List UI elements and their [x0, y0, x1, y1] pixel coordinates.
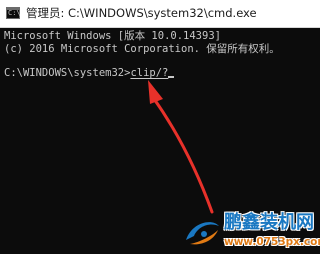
swirl-logo-icon [186, 222, 219, 245]
watermark-url: www.0753px.com [224, 236, 320, 248]
cmd-window-screenshot: C:\ 管理员: C:\WINDOWS\system32\cmd.exe Mic… [0, 0, 320, 254]
watermark-title: 鹏鑫装机网 [224, 212, 314, 233]
arrow-head [148, 80, 163, 104]
arrow-shaft [150, 94, 214, 214]
site-watermark: 鹏鑫装机网 www.0753px.com [180, 208, 320, 254]
